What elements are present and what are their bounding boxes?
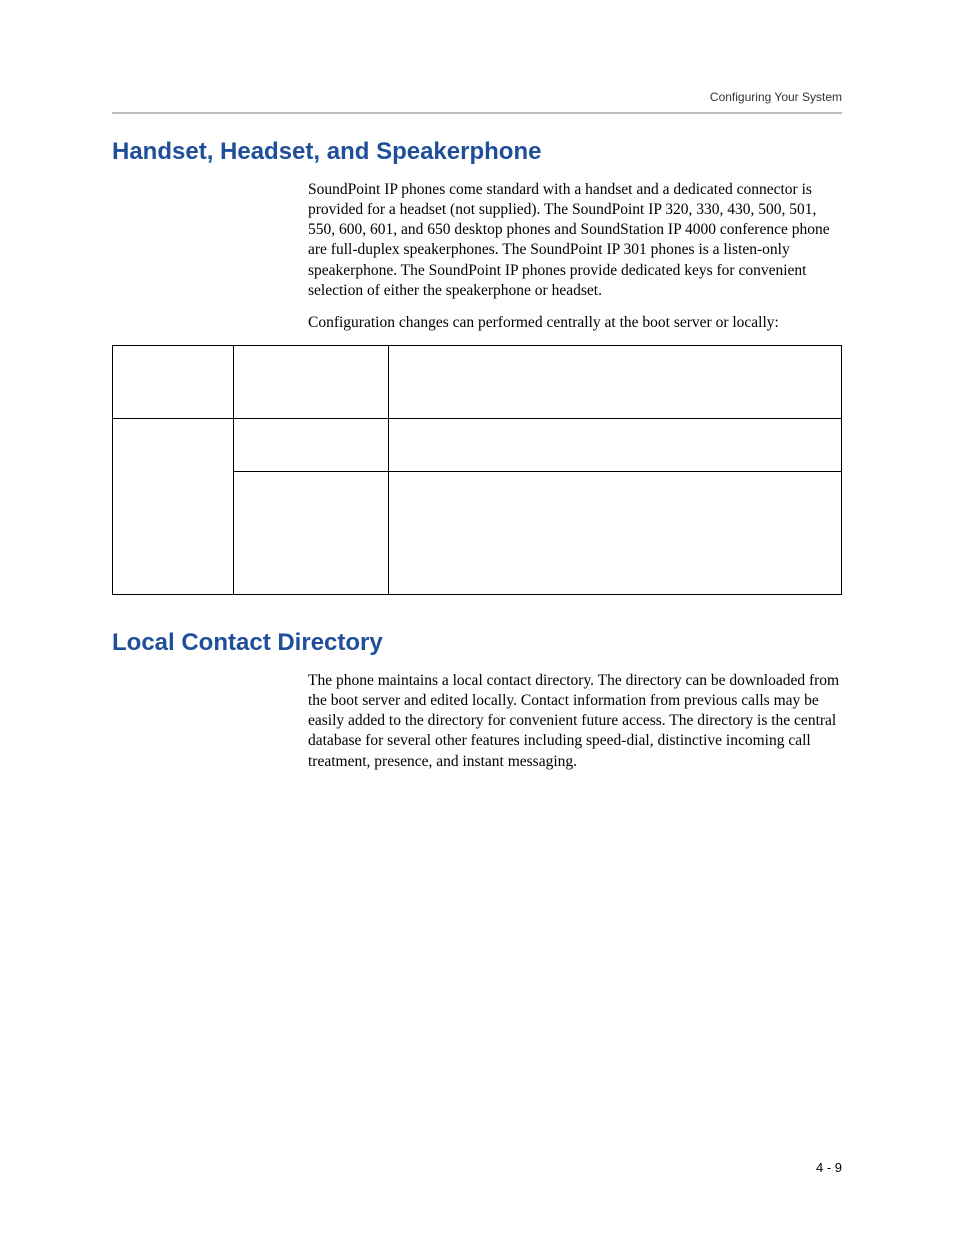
page-number: 4 - 9 <box>816 1160 842 1175</box>
table-cell <box>389 418 842 471</box>
table-row <box>113 345 842 418</box>
paragraph-handset-1: SoundPoint IP phones come standard with … <box>308 180 842 301</box>
body-column-handset: SoundPoint IP phones come standard with … <box>308 180 842 333</box>
section-title-localdir: Local Contact Directory <box>112 629 842 657</box>
table-row <box>113 418 842 471</box>
table-cell <box>234 418 389 471</box>
section-title-handset: Handset, Headset, and Speakerphone <box>112 138 842 166</box>
table-cell <box>389 345 842 418</box>
table-cell <box>113 345 234 418</box>
table-cell <box>389 471 842 594</box>
table-cell <box>234 345 389 418</box>
paragraph-handset-2: Configuration changes can performed cent… <box>308 313 842 333</box>
body-column-localdir: The phone maintains a local contact dire… <box>308 671 842 772</box>
paragraph-localdir-1: The phone maintains a local contact dire… <box>308 671 842 772</box>
page: Configuring Your System Handset, Headset… <box>0 0 954 1235</box>
running-header: Configuring Your System <box>112 90 842 104</box>
config-table <box>112 345 842 595</box>
table-cell <box>234 471 389 594</box>
header-rule <box>112 112 842 114</box>
table-cell <box>113 418 234 594</box>
